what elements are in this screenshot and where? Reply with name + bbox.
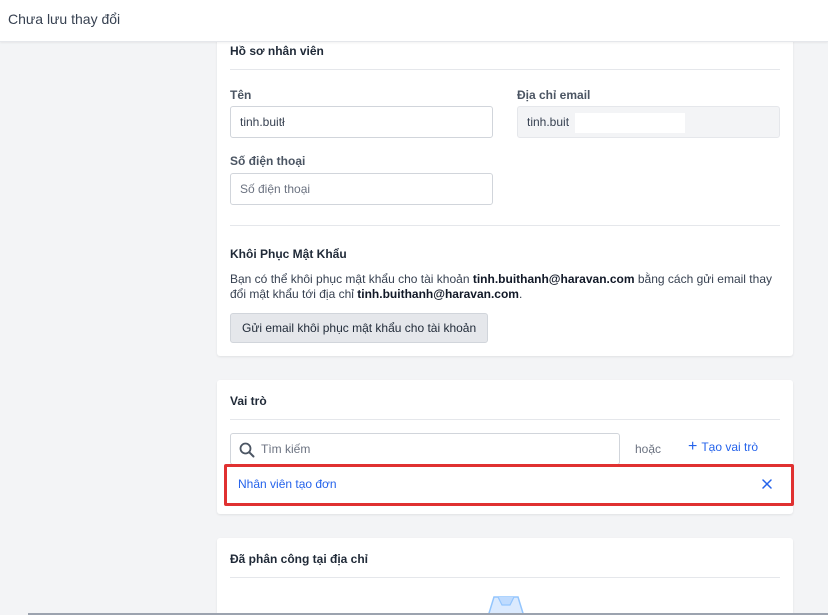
plus-icon: +: [688, 438, 698, 455]
email-redaction: [575, 113, 685, 133]
target-email: tinh.buithanh@haravan.com: [357, 287, 519, 301]
send-reset-email-button[interactable]: Gửi email khôi phục mật khẩu cho tài kho…: [230, 313, 489, 343]
role-item-name[interactable]: Nhân viên tạo đơn: [238, 477, 337, 491]
desc-text: .: [518, 287, 523, 301]
unsaved-changes-title: Chưa lưu thay đổi: [8, 11, 121, 27]
desc-text: Bạn có thể khôi phục mật khẩu cho tài kh…: [230, 272, 473, 286]
password-recovery-description: Bạn có thể khôi phục mật khẩu cho tài kh…: [230, 272, 775, 302]
profile-section-title: Hồ sơ nhân viên: [230, 44, 324, 58]
search-icon: [239, 442, 255, 458]
role-search-box[interactable]: [230, 433, 620, 465]
phone-label: Số điện thoại: [230, 154, 306, 168]
name-input[interactable]: [230, 106, 493, 138]
create-role-link[interactable]: + Tạo vai trò: [688, 438, 759, 455]
phone-input[interactable]: [230, 173, 493, 205]
name-label: Tên: [230, 88, 252, 102]
empty-state-illustration: [487, 596, 525, 615]
account-email: tinh.buithanh@haravan.com: [472, 272, 635, 286]
divider: [230, 577, 780, 578]
roles-section-title: Vai trò: [230, 394, 267, 408]
role-search-input[interactable]: [261, 434, 611, 464]
divider: [230, 419, 780, 420]
top-bar: Chưa lưu thay đổi: [0, 0, 828, 42]
or-label: hoặc: [635, 442, 662, 456]
close-icon[interactable]: [761, 478, 773, 490]
create-role-label: Tạo vai trò: [701, 440, 759, 454]
password-recovery-title: Khôi Phục Mật Khẩu: [230, 247, 347, 261]
employee-profile-card: Hồ sơ nhân viên Tên Địa chỉ email Số điệ…: [217, 30, 793, 356]
assigned-section-title: Đã phân công tại địa chỉ: [230, 552, 369, 566]
assigned-locations-card: Đã phân công tại địa chỉ: [217, 538, 793, 615]
divider: [230, 69, 780, 70]
email-label: Địa chỉ email: [517, 88, 591, 102]
divider: [230, 225, 780, 226]
